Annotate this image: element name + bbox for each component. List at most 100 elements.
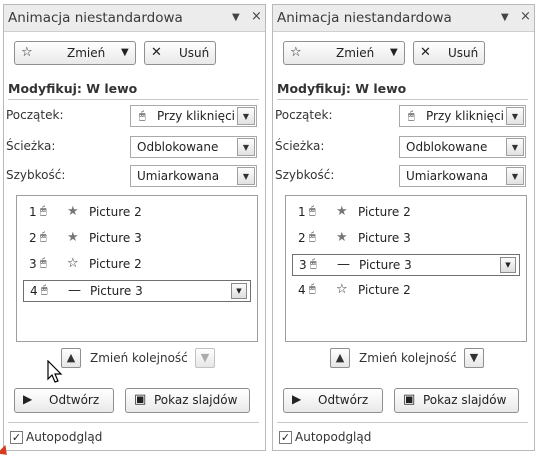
- custom-animation-pane: Animacja niestandardowa ▼ × ☆ Zmień ▼ ✕ Usuń Mod…: [272, 4, 535, 451]
- star-effect-icon: ★: [67, 230, 79, 245]
- list-item[interactable]: 1 🖱 ★ Picture 2: [292, 202, 520, 224]
- mouse-icon: 🖱: [139, 109, 146, 122]
- remove-label: Usuń: [448, 46, 479, 60]
- property-combobox[interactable]: 🖱 Przy kliknięciu ▼: [399, 105, 526, 127]
- effect-order-number: 4: [298, 283, 306, 297]
- motion-path-icon: —: [337, 257, 350, 272]
- slideshow-icon: ▣: [134, 392, 147, 407]
- play-label: Odtwórz: [49, 393, 100, 407]
- property-combobox[interactable]: Odblokowane ▼: [399, 136, 526, 158]
- mouse-click-icon: 🖱: [40, 204, 47, 217]
- effect-order-number: 4: [30, 284, 38, 298]
- slideshow-label: Pokaz slajdów: [423, 393, 507, 407]
- play-button[interactable]: ▶ Odtwórz: [283, 388, 383, 413]
- play-icon: ▶: [292, 392, 302, 406]
- dropdown-arrow-icon[interactable]: ▼: [237, 167, 255, 185]
- dropdown-arrow-icon[interactable]: ▼: [506, 107, 524, 125]
- item-dropdown-icon[interactable]: ▼: [231, 283, 247, 299]
- property-combobox[interactable]: Umiarkowana ▼: [399, 165, 526, 187]
- list-item[interactable]: 4 🖱 ☆ Picture 2: [292, 280, 520, 302]
- property-combobox[interactable]: Umiarkowana ▼: [130, 165, 257, 187]
- list-item[interactable]: 3 🖱 — Picture 3 ▼: [292, 254, 520, 276]
- change-label: Zmień: [67, 46, 106, 60]
- effect-order-number: 3: [299, 258, 307, 272]
- autopreview-label: Autopodgląd: [26, 430, 103, 444]
- divider: [277, 422, 528, 423]
- mouse-click-icon: 🖱: [40, 256, 47, 269]
- effect-target-name: Picture 2: [358, 283, 411, 297]
- property-label: Początek:: [275, 108, 333, 122]
- change-effect-button[interactable]: ☆ Zmień ▼: [14, 41, 136, 65]
- remove-effect-button[interactable]: ✕ Usuń: [413, 41, 485, 65]
- effect-order-number: 3: [29, 257, 37, 271]
- effects-list[interactable]: 1 🖱 ★ Picture 2 2 🖱 ★ Picture 3 3 🖱 — Picture 3 ▼ 4 🖱 ☆…: [285, 195, 527, 342]
- remove-effect-icon: ✕: [151, 45, 162, 60]
- reorder-label: Zmień kolejność: [359, 351, 457, 365]
- item-dropdown-icon[interactable]: ▼: [500, 257, 516, 273]
- effect-target-name: Picture 2: [89, 205, 142, 219]
- pane-title: Animacja niestandardowa: [8, 10, 183, 26]
- move-down-button[interactable]: ▼: [195, 348, 215, 368]
- pane-options-dropdown-icon[interactable]: ▼: [232, 12, 240, 23]
- property-label: Początek:: [6, 108, 64, 122]
- star-effect-icon: ★: [67, 204, 79, 219]
- autopreview-checkbox[interactable]: ✓: [10, 431, 23, 444]
- add-effect-icon: ☆: [21, 45, 33, 60]
- mouse-click-icon: 🖱: [309, 282, 316, 295]
- list-item[interactable]: 4 🖱 — Picture 3 ▼: [23, 280, 251, 302]
- pane-options-dropdown-icon[interactable]: ▼: [501, 12, 509, 23]
- move-up-button[interactable]: ▲: [61, 348, 81, 368]
- remove-effect-button[interactable]: ✕ Usuń: [144, 41, 216, 65]
- reorder-label: Zmień kolejność: [90, 351, 188, 365]
- dropdown-arrow-icon[interactable]: ▼: [237, 138, 255, 156]
- change-effect-button[interactable]: ☆ Zmień ▼: [283, 41, 405, 65]
- effect-order-number: 1: [298, 205, 306, 219]
- property-label: Szybkość:: [275, 168, 335, 182]
- chevron-down-icon: ▼: [390, 47, 398, 58]
- dropdown-arrow-icon[interactable]: ▼: [506, 167, 524, 185]
- property-combobox[interactable]: Odblokowane ▼: [130, 136, 257, 158]
- dropdown-arrow-icon[interactable]: ▼: [237, 107, 255, 125]
- autopreview-checkbox[interactable]: ✓: [279, 431, 292, 444]
- pane-close-icon[interactable]: ×: [520, 9, 531, 24]
- modify-title: Modyfikuj: W lewo: [277, 81, 407, 96]
- slideshow-button[interactable]: ▣ Pokaz slajdów: [394, 388, 519, 413]
- chevron-down-icon: ▼: [121, 47, 129, 58]
- star-effect-icon: ★: [336, 204, 348, 219]
- star-outline-effect-icon: ☆: [336, 282, 348, 297]
- mouse-click-icon: 🖱: [310, 257, 317, 270]
- pane-close-icon[interactable]: ×: [251, 9, 262, 24]
- property-value: Umiarkowana: [406, 169, 489, 183]
- star-outline-effect-icon: ☆: [67, 256, 79, 271]
- property-value: Odblokowane: [137, 140, 219, 154]
- list-item[interactable]: 2 🖱 ★ Picture 3: [292, 228, 520, 250]
- mouse-click-icon: 🖱: [40, 230, 47, 243]
- slideshow-label: Pokaz slajdów: [154, 393, 238, 407]
- reorder-row: ▲ Zmień kolejność ▼: [4, 348, 265, 370]
- mouse-click-icon: 🖱: [41, 283, 48, 296]
- list-item[interactable]: 1 🖱 ★ Picture 2: [23, 202, 251, 224]
- property-label: Ścieżka:: [6, 139, 56, 153]
- dropdown-arrow-icon[interactable]: ▼: [506, 138, 524, 156]
- divider: [8, 422, 259, 423]
- list-item[interactable]: 3 🖱 ☆ Picture 2: [23, 254, 251, 276]
- move-down-button[interactable]: ▼: [464, 348, 484, 368]
- effects-list[interactable]: 1 🖱 ★ Picture 2 2 🖱 ★ Picture 3 3 🖱 ☆ Picture 2 4 🖱 — P…: [16, 195, 258, 342]
- effect-order-number: 1: [29, 205, 37, 219]
- play-button[interactable]: ▶ Odtwórz: [14, 388, 114, 413]
- effect-order-number: 2: [298, 231, 306, 245]
- property-label: Szybkość:: [6, 168, 66, 182]
- change-label: Zmień: [336, 46, 375, 60]
- remove-effect-icon: ✕: [420, 45, 431, 60]
- slideshow-button[interactable]: ▣ Pokaz slajdów: [125, 388, 250, 413]
- move-up-button[interactable]: ▲: [330, 348, 350, 368]
- property-combobox[interactable]: 🖱 Przy kliknięciu ▼: [130, 105, 257, 127]
- custom-animation-pane: Animacja niestandardowa ▼ × ☆ Zmień ▼ ✕ Usuń Mod…: [3, 4, 266, 451]
- property-value: Odblokowane: [406, 140, 488, 154]
- pane-titlebar: Animacja niestandardowa ▼ ×: [273, 5, 534, 32]
- list-item[interactable]: 2 🖱 ★ Picture 3: [23, 228, 251, 250]
- remove-label: Usuń: [179, 46, 210, 60]
- mouse-icon: 🖱: [408, 109, 415, 122]
- effect-target-name: Picture 2: [358, 205, 411, 219]
- slideshow-icon: ▣: [403, 392, 416, 407]
